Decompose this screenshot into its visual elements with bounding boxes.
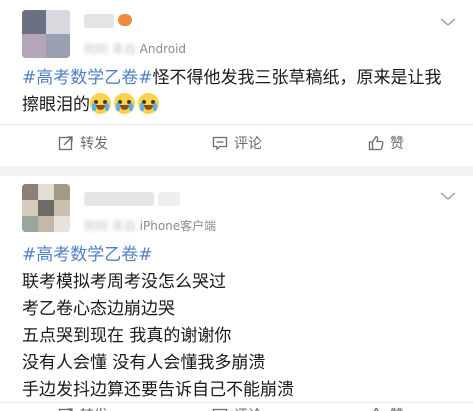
repost-icon — [58, 408, 73, 411]
post-meta: 刚刚 来自 Android — [84, 42, 187, 56]
post-text-line: 手边发抖边算还要告诉自己不能崩溃 — [22, 380, 294, 400]
chevron-down-icon[interactable] — [439, 16, 457, 28]
repost-button[interactable]: 转发 — [58, 405, 108, 411]
username-redacted[interactable] — [84, 14, 114, 28]
hashtag-link[interactable]: #高考数学乙卷# — [22, 245, 153, 265]
repost-button[interactable]: 转发 — [58, 133, 108, 153]
post-meta: 刚刚 来自 iPhone客户端 — [84, 219, 217, 233]
comment-icon — [212, 408, 228, 411]
weibo-post-2: 刚刚 来自 iPhone客户端 #高考数学乙卷# 联考模拟考周考没怎么哭过 考乙… — [0, 176, 473, 411]
user-badge-icon — [118, 14, 132, 26]
like-button[interactable]: 赞 — [368, 133, 404, 153]
post-text-line: 擦眼泪的 — [22, 92, 455, 119]
post-text-line: 考乙卷心态边崩边哭 — [22, 299, 175, 319]
crying-emoji-icon — [90, 93, 111, 114]
post-text-line: 没有人会懂 没有人会懂我多崩溃 — [22, 353, 266, 373]
crying-emoji-icon — [114, 93, 135, 114]
post-source: iPhone客户端 — [139, 219, 217, 233]
comment-button[interactable]: 评论 — [212, 133, 262, 153]
avatar[interactable] — [22, 184, 70, 232]
comment-icon — [212, 136, 228, 151]
crying-emoji-icon — [138, 93, 159, 114]
post-source: Android — [139, 42, 187, 56]
divider — [0, 402, 473, 403]
username-redacted[interactable] — [84, 192, 154, 206]
chevron-down-icon[interactable] — [439, 190, 457, 202]
thumbs-up-icon — [373, 407, 379, 411]
weibo-post-1: 刚刚 来自 Android #高考数学乙卷#怪不得他发我三张草稿纸，原来是让我 … — [0, 0, 473, 166]
avatar[interactable] — [22, 10, 70, 58]
post-text-line: 五点哭到现在 我真的谢谢你 — [22, 326, 232, 346]
username-redacted — [158, 192, 180, 206]
post-text-line: 联考模拟考周考没怎么哭过 — [22, 272, 226, 292]
repost-icon — [58, 136, 73, 151]
hashtag-link[interactable]: #高考数学乙卷# — [22, 68, 153, 88]
divider — [0, 124, 473, 125]
post-text-line: #高考数学乙卷#怪不得他发我三张草稿纸，原来是让我 — [22, 68, 442, 88]
post-text: #高考数学乙卷#怪不得他发我三张草稿纸，原来是让我 擦眼泪的 — [22, 65, 455, 119]
like-button[interactable]: 赞 — [368, 405, 404, 411]
thumbs-up-icon — [368, 135, 384, 151]
comment-button[interactable]: 评论 — [212, 405, 262, 411]
post-text-line: #高考数学乙卷# — [22, 242, 455, 269]
post-text: #高考数学乙卷# 联考模拟考周考没怎么哭过 考乙卷心态边崩边哭 五点哭到现在 我… — [22, 242, 455, 404]
